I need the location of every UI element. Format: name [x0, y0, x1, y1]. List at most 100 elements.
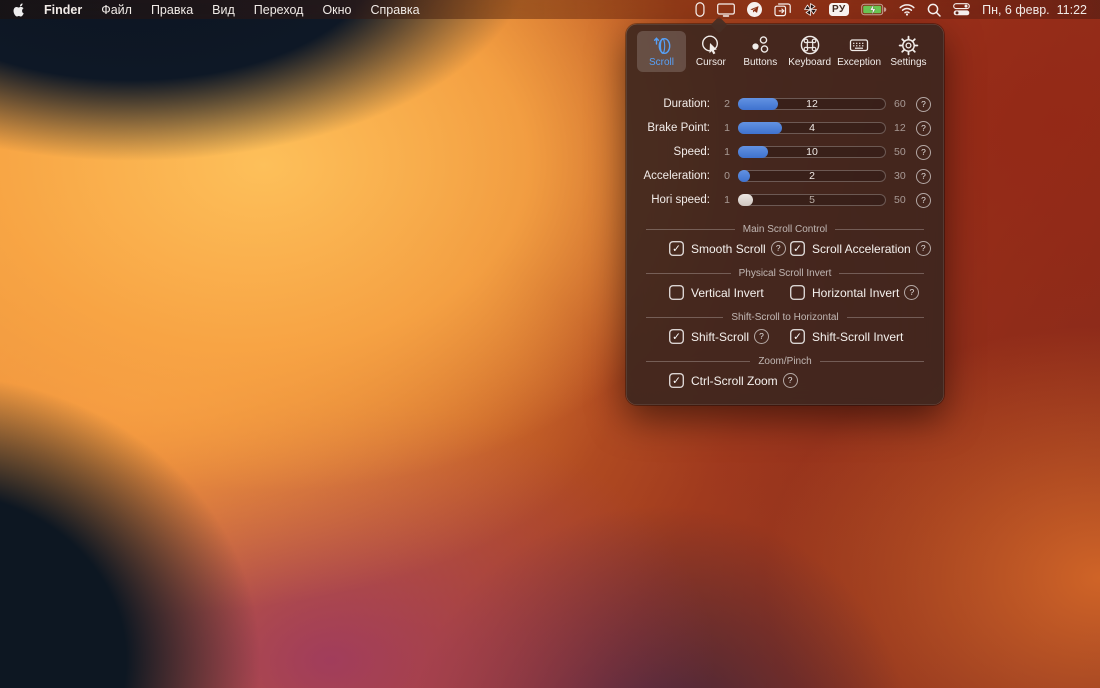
hori-speed-slider[interactable]: 5 [738, 194, 886, 206]
checkbox-label: Smooth Scroll [691, 242, 766, 256]
slider-value: 5 [738, 194, 886, 206]
checkbox-scroll-acceleration[interactable]: ✓Scroll Acceleration? [790, 241, 931, 256]
control-center-icon[interactable] [953, 3, 970, 16]
slider-row-hori-speed: Hori speed:1550? [626, 188, 944, 212]
help-icon[interactable]: ? [916, 241, 931, 256]
slider-row-acceleration: Acceleration:0230? [626, 164, 944, 188]
slider-min: 1 [717, 146, 730, 158]
help-icon[interactable]: ? [904, 285, 919, 300]
menu-finder[interactable]: Finder [44, 3, 82, 17]
slider-row-duration: Duration:21260? [626, 92, 944, 116]
checkbox-vertical-invert[interactable]: Vertical Invert [669, 285, 790, 300]
display-mirroring-icon[interactable] [717, 3, 735, 17]
buttons-icon [749, 34, 771, 56]
scroll-wheel-icon [651, 34, 673, 56]
checkbox-label: Scroll Acceleration [812, 242, 911, 256]
slider-max: 12 [894, 122, 911, 134]
slider-min: 1 [717, 122, 730, 134]
mouse-icon[interactable] [695, 2, 705, 17]
slider-max: 50 [894, 146, 911, 158]
tab-buttons[interactable]: Buttons [736, 31, 785, 72]
keyboard-command-icon [799, 34, 821, 56]
menubar-right: РУ Пн, 6 февр. 11:22 [695, 2, 1087, 17]
help-icon[interactable]: ? [754, 329, 769, 344]
slider-label: Hori speed: [626, 194, 710, 206]
tab-scroll[interactable]: Scroll [637, 31, 686, 72]
checkbox-row: Vertical Invert Horizontal Invert? [626, 285, 944, 300]
window-switcher-icon[interactable] [774, 3, 792, 17]
section-title: Shift-Scroll to Horizontal [731, 312, 838, 323]
help-icon[interactable]: ? [783, 373, 798, 388]
menubar-clock[interactable]: Пн, 6 февр. 11:22 [982, 3, 1087, 17]
menu-bar: Finder Файл Правка Вид Переход Окно Справка РУ… [0, 0, 1100, 19]
input-source-badge[interactable]: РУ [829, 3, 850, 16]
help-icon[interactable]: ? [771, 241, 786, 256]
slider-min: 0 [717, 170, 730, 182]
section-physical-scroll-invert: Physical Scroll Invert Vertical Invert Hor… [626, 268, 944, 300]
acceleration-slider[interactable]: 2 [738, 170, 886, 182]
help-icon[interactable]: ? [916, 97, 931, 112]
cursor-icon [700, 34, 722, 56]
tab-cursor[interactable]: Cursor [686, 31, 735, 72]
pinwheel-icon[interactable] [804, 3, 817, 16]
divider-line [847, 317, 924, 318]
section-divider: Main Scroll Control [646, 224, 924, 235]
tab-keyboard[interactable]: Keyboard [785, 31, 834, 72]
tab-exception[interactable]: Exception [835, 31, 884, 72]
checkbox-shift-scroll[interactable]: ✓Shift-Scroll? [669, 329, 790, 344]
slider-value: 2 [738, 170, 886, 182]
help-icon[interactable]: ? [916, 121, 931, 136]
unchecked-checkbox-icon [669, 285, 684, 300]
checkbox-row: ✓Shift-Scroll?✓Shift-Scroll Invert [626, 329, 944, 344]
tab-label: Buttons [743, 57, 777, 68]
help-icon[interactable]: ? [916, 145, 931, 160]
section-title: Zoom/Pinch [758, 356, 811, 367]
divider-line [839, 273, 924, 274]
spotlight-search-icon[interactable] [927, 3, 941, 17]
slider-row-speed: Speed:11050? [626, 140, 944, 164]
tab-label: Cursor [696, 57, 726, 68]
section-title: Physical Scroll Invert [739, 268, 832, 279]
divider-line [646, 229, 735, 230]
slider-label: Brake Point: [626, 122, 710, 134]
menu-окно[interactable]: Окно [322, 3, 351, 17]
speed-slider[interactable]: 10 [738, 146, 886, 158]
section-shift-scroll-to-horizontal: Shift-Scroll to Horizontal ✓Shift-Scroll?… [626, 312, 944, 344]
divider-line [835, 229, 924, 230]
checkbox-label: Shift-Scroll Invert [812, 330, 903, 344]
help-icon[interactable]: ? [916, 169, 931, 184]
tab-settings[interactable]: Settings [884, 31, 933, 72]
menu-правка[interactable]: Правка [151, 3, 193, 17]
wifi-icon[interactable] [899, 3, 915, 16]
apple-icon[interactable] [13, 2, 25, 17]
brake-point-slider[interactable]: 4 [738, 122, 886, 134]
menu-файл[interactable]: Файл [101, 3, 132, 17]
clock-time: 11:22 [1057, 3, 1087, 17]
battery-charging-icon[interactable] [861, 3, 887, 16]
settings-gear-icon [898, 34, 919, 56]
popover-content: Scroll Cursor Buttons Keyboard ExceptionSett… [626, 24, 944, 405]
menu-переход[interactable]: Переход [254, 3, 304, 17]
checkbox-shift-scroll-invert[interactable]: ✓Shift-Scroll Invert [790, 329, 903, 344]
checked-checkbox-icon: ✓ [669, 241, 684, 256]
slider-min: 2 [717, 98, 730, 110]
section-title: Main Scroll Control [743, 224, 827, 235]
checkbox-horizontal-invert[interactable]: Horizontal Invert? [790, 285, 919, 300]
duration-slider[interactable]: 12 [738, 98, 886, 110]
checked-checkbox-icon: ✓ [669, 329, 684, 344]
menu-справка[interactable]: Справка [371, 3, 420, 17]
checkbox-label: Ctrl-Scroll Zoom [691, 374, 778, 388]
slider-min: 1 [717, 194, 730, 206]
checkbox-smooth-scroll[interactable]: ✓ Smooth Scroll? [669, 241, 790, 256]
checkbox-label: Vertical Invert [691, 286, 764, 300]
help-icon[interactable]: ? [916, 193, 931, 208]
telegram-icon[interactable] [747, 2, 762, 17]
divider-line [646, 273, 731, 274]
section-divider: Zoom/Pinch [646, 356, 924, 367]
checkbox-ctrl-scroll-zoom[interactable]: ✓Ctrl-Scroll Zoom? [669, 373, 798, 388]
menu-вид[interactable]: Вид [212, 3, 235, 17]
slider-label: Duration: [626, 98, 710, 110]
clock-date: Пн, 6 февр. [982, 3, 1050, 17]
tab-label: Keyboard [788, 57, 831, 68]
tab-label: Exception [837, 57, 881, 68]
